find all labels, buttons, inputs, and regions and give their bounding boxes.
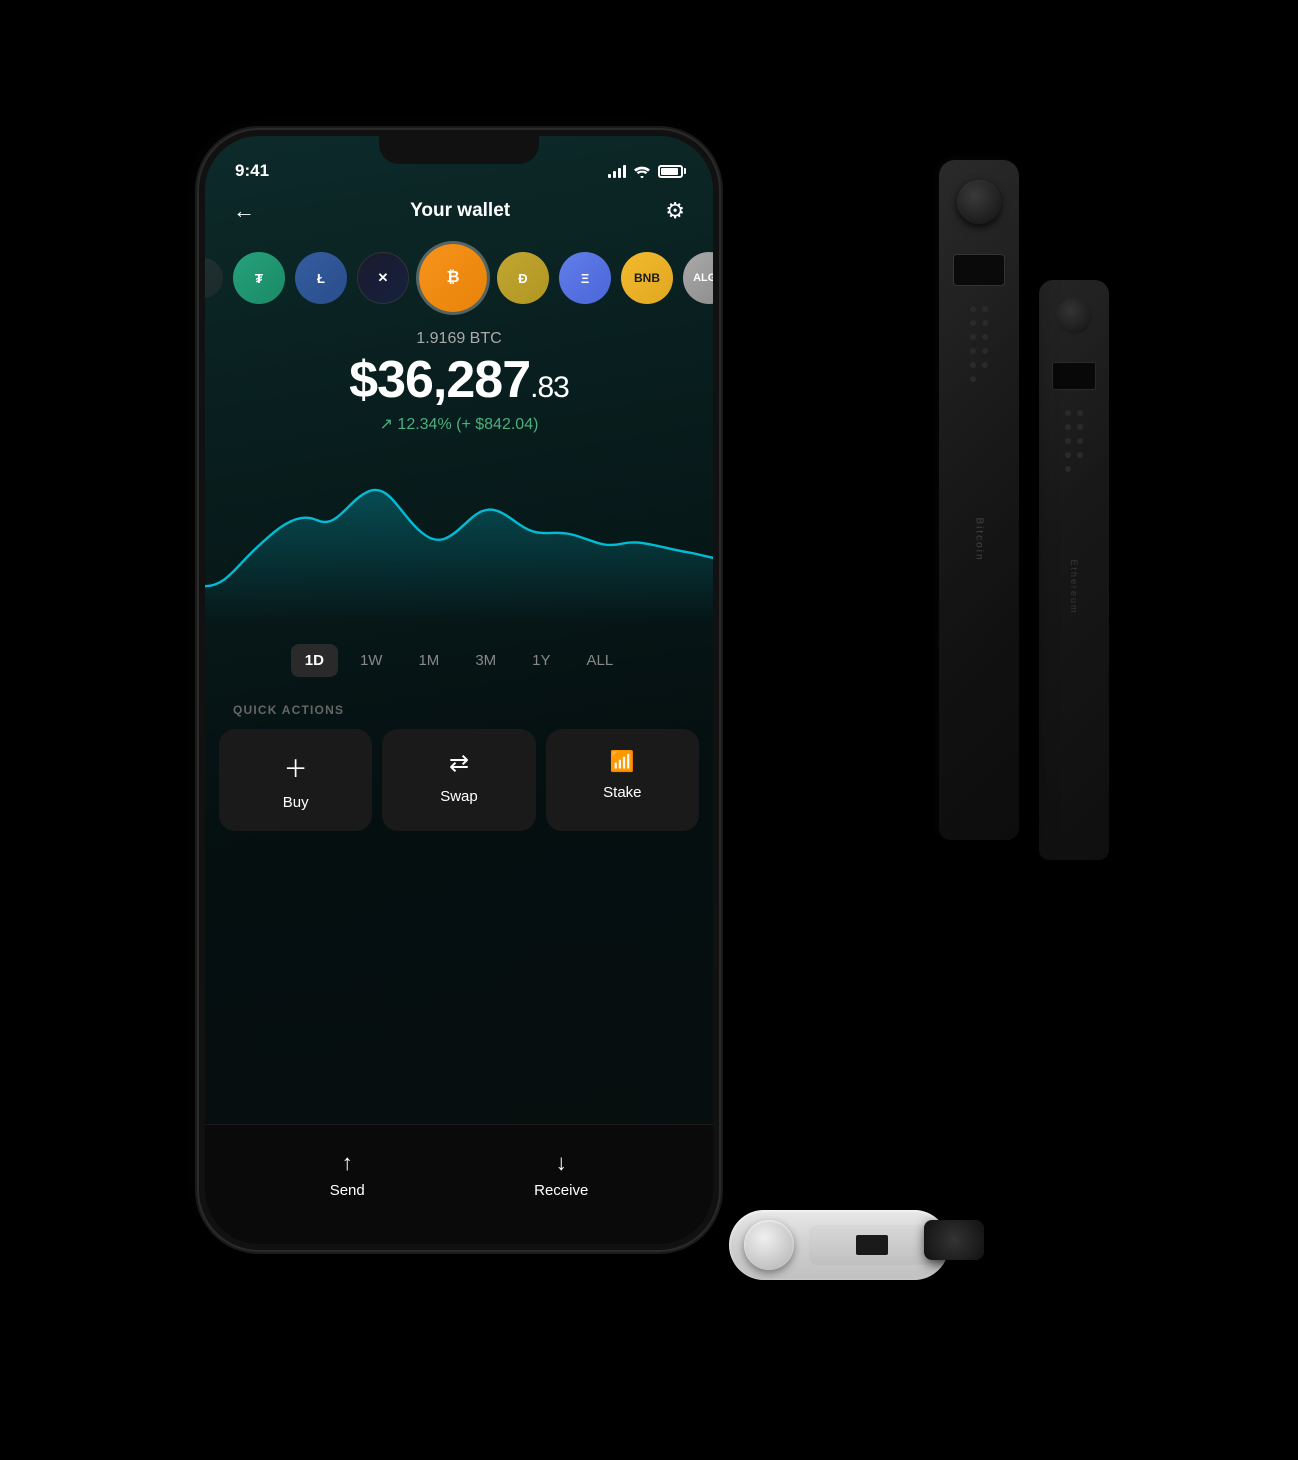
time-selector: 1D 1W 1M 3M 1Y ALL	[205, 634, 713, 687]
price-chart	[205, 434, 713, 634]
ledger-nano-x-2: Ethereum	[1039, 280, 1109, 860]
scene: 9:41 ←	[149, 80, 1149, 1380]
bottom-bar: ↑ Send ↓ Receive	[205, 1124, 713, 1244]
nano-x-1-controls	[970, 306, 988, 382]
balance-usd: $36,287.83	[225, 354, 693, 406]
nano-s-body	[809, 1225, 934, 1265]
quick-actions: ＋ Buy ⇄ Swap 📶 Stake	[205, 729, 713, 831]
coin-xrp[interactable]: ✕	[357, 252, 409, 304]
nano-x-2-screen	[1052, 362, 1096, 390]
time-all[interactable]: ALL	[573, 644, 628, 677]
phone-notch	[379, 130, 539, 164]
balance-section: 1.9169 BTC $36,287.83 ↗ 12.34% (+ $842.0…	[205, 322, 713, 434]
time-1w[interactable]: 1W	[346, 644, 397, 677]
quick-actions-label: QUICK ACTIONS	[205, 687, 713, 729]
nano-s-screen	[856, 1235, 888, 1255]
coin-bnb[interactable]: BNB	[621, 252, 673, 304]
signal-icon	[608, 164, 626, 178]
coin-tether[interactable]: ₮	[233, 252, 285, 304]
nano-x-1-button	[957, 180, 1001, 224]
phone-device: 9:41 ←	[199, 130, 719, 1250]
nano-x-1-label: Bitcoin	[974, 517, 985, 561]
coin-algo[interactable]: ALGO	[683, 252, 713, 304]
balance-usd-main: $36,287	[349, 351, 530, 409]
back-button[interactable]: ←	[233, 198, 255, 224]
time-1d[interactable]: 1D	[291, 644, 338, 677]
ledger-nano-x-1: Bitcoin	[939, 160, 1019, 840]
balance-crypto: 1.9169 BTC	[225, 330, 693, 348]
send-icon: ↑	[342, 1150, 353, 1176]
status-icons	[608, 164, 683, 178]
time-1m[interactable]: 1M	[404, 644, 453, 677]
receive-button[interactable]: ↓ Receive	[534, 1150, 588, 1199]
nano-x-2-label: Ethereum	[1069, 559, 1079, 614]
stake-label: Stake	[603, 784, 641, 801]
status-time: 9:41	[235, 161, 269, 181]
buy-icon: ＋	[284, 749, 308, 784]
phone-screen: 9:41 ←	[205, 136, 713, 1244]
send-button[interactable]: ↑ Send	[330, 1150, 365, 1199]
wifi-icon	[634, 165, 650, 177]
nano-s-button	[744, 1220, 794, 1270]
swap-icon: ⇄	[449, 749, 469, 778]
app-header: ← Your wallet ⚙	[205, 188, 713, 234]
receive-icon: ↓	[556, 1150, 567, 1176]
nano-s-connector	[924, 1220, 984, 1260]
coin-ethereum[interactable]: Ξ	[559, 252, 611, 304]
page-title: Your wallet	[410, 200, 510, 222]
send-label: Send	[330, 1182, 365, 1199]
coin-carousel: ₮ Ł ✕ ₿ Ð Ξ BNB ALGO	[205, 234, 713, 322]
coin-doge[interactable]: Ð	[497, 252, 549, 304]
balance-change: ↗ 12.34% (+ $842.04)	[225, 414, 693, 434]
time-3m[interactable]: 3M	[461, 644, 510, 677]
coin-bitcoin[interactable]: ₿	[419, 244, 487, 312]
stake-icon: 📶	[610, 749, 635, 774]
buy-button[interactable]: ＋ Buy	[219, 729, 372, 831]
nano-x-2-controls	[1065, 410, 1083, 472]
nano-x-2-button	[1056, 298, 1092, 334]
receive-label: Receive	[534, 1182, 588, 1199]
swap-button[interactable]: ⇄ Swap	[382, 729, 535, 831]
coin-litecoin[interactable]: Ł	[295, 252, 347, 304]
buy-label: Buy	[283, 794, 309, 811]
swap-label: Swap	[440, 788, 478, 805]
time-1y[interactable]: 1Y	[518, 644, 564, 677]
balance-change-percent: ↗ 12.34%	[380, 416, 452, 433]
settings-button[interactable]: ⚙	[665, 198, 685, 224]
coin-partial[interactable]	[205, 258, 223, 298]
balance-change-usd: (+ $842.04)	[456, 416, 538, 433]
nano-x-1-screen	[953, 254, 1005, 286]
balance-usd-cents: .83	[530, 371, 569, 404]
stake-button[interactable]: 📶 Stake	[546, 729, 699, 831]
ledger-nano-s	[729, 1210, 949, 1280]
battery-icon	[658, 165, 683, 178]
